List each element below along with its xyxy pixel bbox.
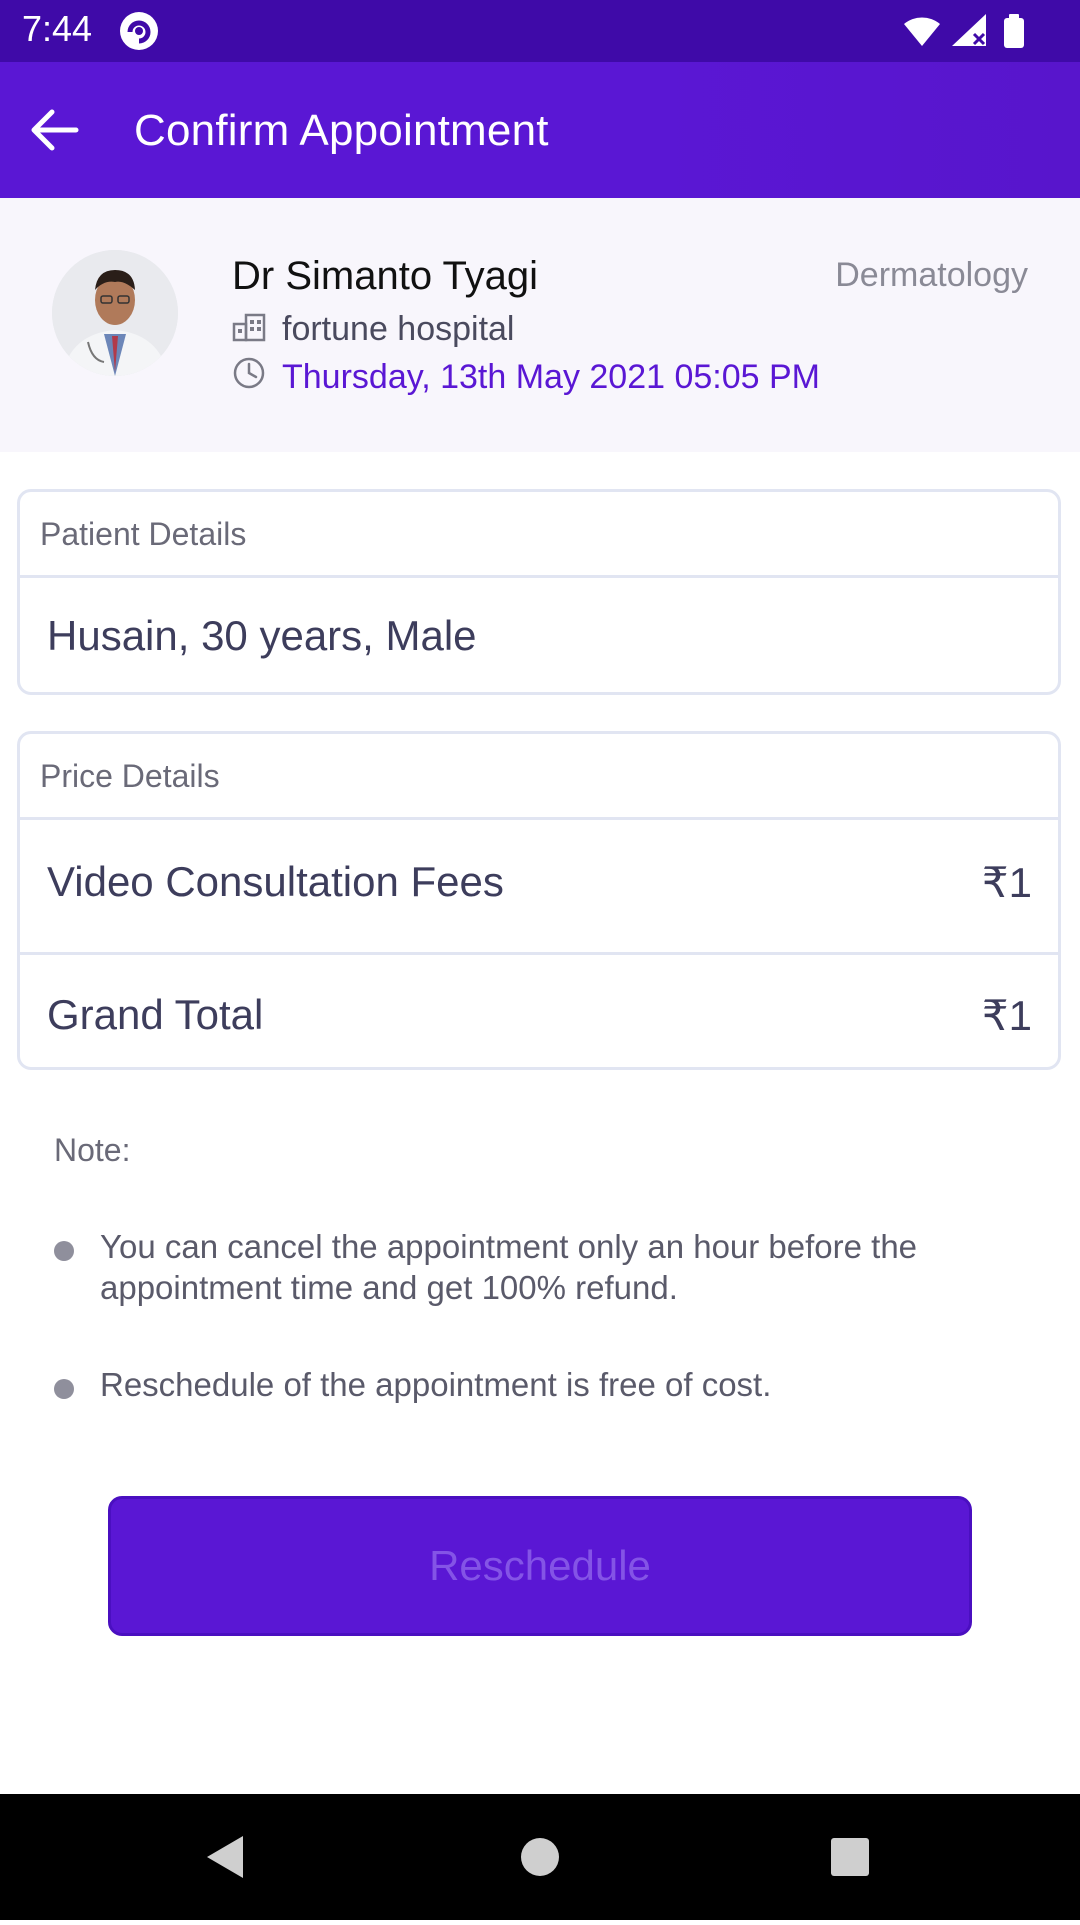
price-row: Video Consultation Fees ₹1 <box>20 820 1058 955</box>
bullet-icon <box>54 1241 74 1261</box>
note-text: Reschedule of the appointment is free of… <box>100 1366 772 1403</box>
wifi-icon <box>904 17 940 46</box>
doctor-avatar <box>52 250 178 376</box>
reschedule-button[interactable]: Reschedule <box>108 1496 972 1636</box>
nav-recents-icon[interactable] <box>831 1838 869 1876</box>
app-bar: Confirm Appointment <box>0 62 1080 198</box>
patient-details-row: Husain, 30 years, Male <box>20 578 1058 692</box>
doctor-specialty: Dermatology <box>835 256 1028 294</box>
system-nav-bar <box>0 1794 1080 1920</box>
clock-icon <box>233 357 265 389</box>
battery-icon <box>1004 14 1024 48</box>
price-row-value: ₹1 <box>981 859 1032 906</box>
arrow-left-icon <box>31 109 79 151</box>
back-button[interactable] <box>24 100 84 160</box>
app-notification-icon <box>120 12 158 50</box>
price-details-header: Price Details <box>20 734 1058 820</box>
status-bar: 7:44 <box>0 0 1080 62</box>
doctor-card: Dr Simanto Tyagi Dermatology fortune hos… <box>0 198 1080 452</box>
patient-info: Husain, 30 years, Male <box>47 612 477 659</box>
patient-details-title: Patient Details <box>40 516 247 552</box>
nav-back-icon[interactable] <box>207 1836 243 1878</box>
page-title: Confirm Appointment <box>134 106 549 155</box>
patient-details-panel: Patient Details Husain, 30 years, Male <box>17 489 1061 695</box>
bullet-icon <box>54 1379 74 1399</box>
price-row: Grand Total ₹1 <box>20 955 1058 1070</box>
grand-total-value: ₹1 <box>981 992 1032 1039</box>
price-details-title: Price Details <box>40 758 220 794</box>
appointment-time: Thursday, 13th May 2021 05:05 PM <box>282 358 821 396</box>
hospital-icon <box>232 313 266 342</box>
grand-total-label: Grand Total <box>47 991 264 1038</box>
doctor-name: Dr Simanto Tyagi <box>232 254 539 298</box>
status-icons <box>862 12 1062 50</box>
patient-details-header: Patient Details <box>20 492 1058 578</box>
nav-home-icon[interactable] <box>521 1838 559 1876</box>
price-row-label: Video Consultation Fees <box>47 858 504 905</box>
hospital-name: fortune hospital <box>282 310 515 348</box>
status-time: 7:44 <box>22 8 93 49</box>
note-title: Note: <box>54 1132 131 1168</box>
price-details-panel: Price Details Video Consultation Fees ₹1… <box>17 731 1061 1070</box>
signal-icon <box>952 14 986 46</box>
note-text: You can cancel the appointment only an h… <box>100 1228 918 1306</box>
